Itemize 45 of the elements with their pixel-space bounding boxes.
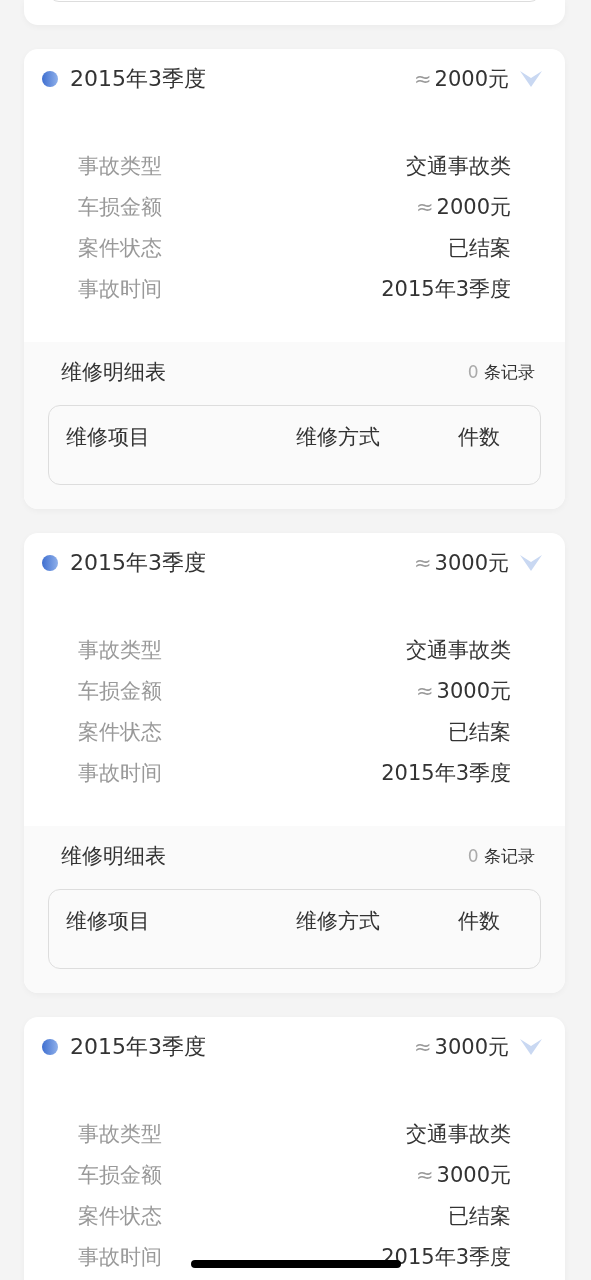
column-header: 维修方式 xyxy=(296,908,381,935)
field-value: 已结案 xyxy=(448,718,511,746)
amount-text: ≈3000元 xyxy=(413,1033,509,1061)
field-label: 案件状态 xyxy=(78,718,162,746)
field-label: 车损金额 xyxy=(78,1161,162,1189)
chevron-icon[interactable] xyxy=(519,68,543,89)
field-value: 交通事故类 xyxy=(406,636,511,664)
field-value: 交通事故类 xyxy=(406,152,511,180)
bullet-icon xyxy=(42,1038,58,1055)
field-value: ≈3000元 xyxy=(415,1161,511,1189)
field-label: 事故时间 xyxy=(78,1243,162,1271)
field-value: ≈2000元 xyxy=(415,193,511,221)
field-label: 案件状态 xyxy=(78,234,162,262)
amount-text: ≈2000元 xyxy=(413,65,509,93)
field-value: ≈3000元 xyxy=(415,677,511,705)
field-value: 已结案 xyxy=(448,234,511,262)
field-value: 已结案 xyxy=(448,1202,511,1230)
record-count: 0 条记录 xyxy=(467,360,535,384)
column-header: 维修方式 xyxy=(296,424,381,451)
record-count: 0 条记录 xyxy=(467,844,535,868)
bullet-icon xyxy=(42,70,58,87)
field-label: 事故类型 xyxy=(78,1120,162,1148)
field-label: 事故时间 xyxy=(78,759,162,787)
section-title: 维修明细表 xyxy=(61,359,166,386)
field-label: 事故类型 xyxy=(78,152,162,180)
field-value: 2015年3季度 xyxy=(381,275,511,303)
field-label: 事故时间 xyxy=(78,275,162,303)
column-header: 维修项目 xyxy=(66,424,151,451)
column-header: 件数 xyxy=(458,908,500,935)
chevron-icon[interactable] xyxy=(519,1036,543,1057)
card-title: 2015年3季度 xyxy=(70,1032,207,1061)
card-title: 2015年3季度 xyxy=(70,64,207,93)
bullet-icon xyxy=(42,554,58,571)
column-header: 件数 xyxy=(458,424,500,451)
field-label: 案件状态 xyxy=(78,1202,162,1230)
field-value: 2015年3季度 xyxy=(381,759,511,787)
field-label: 车损金额 xyxy=(78,677,162,705)
section-title: 维修明细表 xyxy=(61,843,166,870)
chevron-icon[interactable] xyxy=(519,552,543,573)
field-value: 交通事故类 xyxy=(406,1120,511,1148)
amount-text: ≈3000元 xyxy=(413,549,509,577)
field-label: 车损金额 xyxy=(78,193,162,221)
field-label: 事故类型 xyxy=(78,636,162,664)
card-title: 2015年3季度 xyxy=(70,548,207,577)
column-header: 维修项目 xyxy=(66,908,151,935)
